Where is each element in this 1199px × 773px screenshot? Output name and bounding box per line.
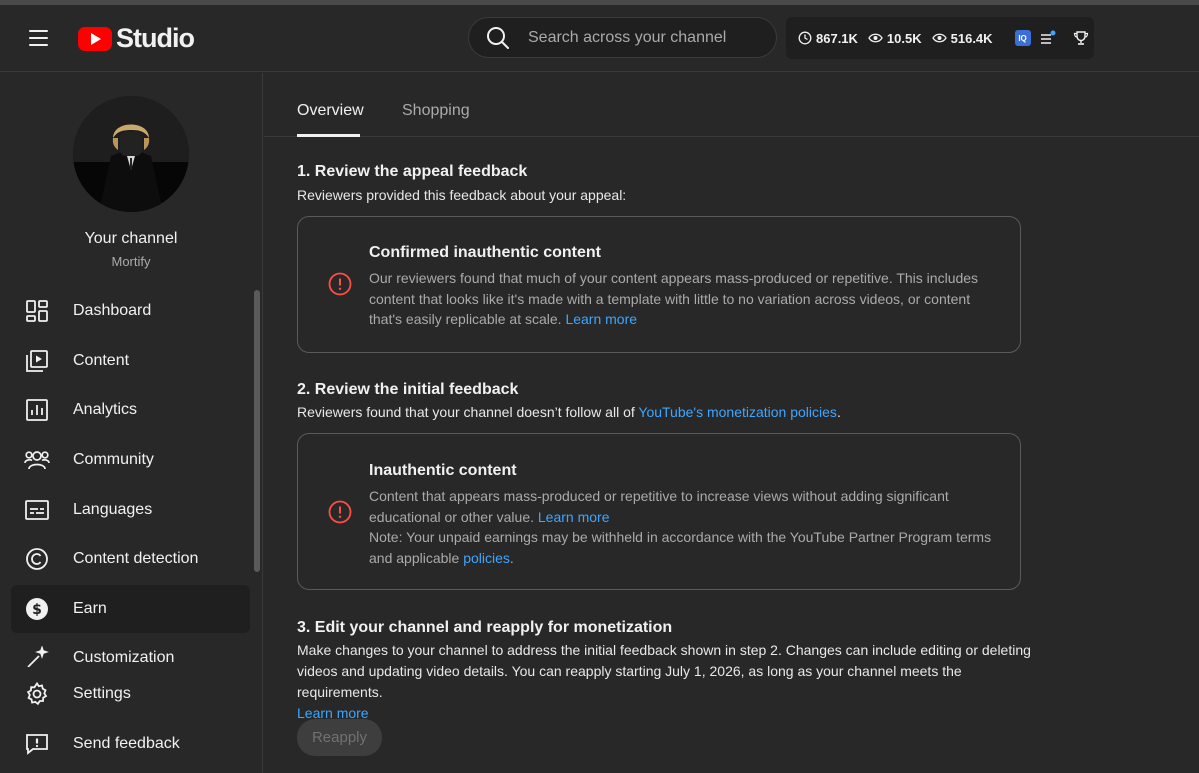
sidebar-item-content-detection[interactable]: Content detection <box>11 535 250 583</box>
reapply-button[interactable]: Reapply <box>297 719 382 756</box>
sidebar: Your channel Mortify Dashboard Content A… <box>0 73 263 773</box>
studio-logo[interactable]: Studio <box>78 23 195 54</box>
sidebar-item-label: Content <box>73 352 130 369</box>
languages-icon <box>23 496 51 524</box>
sidebar-scrollbar[interactable] <box>254 290 260 572</box>
note-period: . <box>509 550 514 567</box>
section-2-intro-text: Reviewers found that your channel doesn’… <box>297 404 635 420</box>
stats-bar: 867.1K 10.5K 516.4K IQ <box>786 17 1094 59</box>
channel-handle: Mortify <box>111 254 151 269</box>
card-title: Confirmed inauthentic content <box>369 244 601 261</box>
initial-feedback-card: Inauthentic content Content that appears… <box>297 433 1021 590</box>
eye-icon <box>868 33 883 43</box>
error-icon <box>328 500 352 524</box>
community-icon <box>23 446 51 474</box>
channel-title: Your channel <box>84 230 178 247</box>
sidebar-item-dashboard[interactable]: Dashboard <box>11 287 250 335</box>
feedback-icon <box>23 730 51 758</box>
eye-icon <box>931 33 947 43</box>
copyright-icon <box>23 545 51 573</box>
sidebar-item-label: Send feedback <box>73 735 180 752</box>
sidebar-item-label: Content detection <box>73 550 199 567</box>
watch-time-stat[interactable]: 867.1K <box>798 31 858 46</box>
main-content: Overview Shopping 1. Review the appeal f… <box>264 73 1199 773</box>
svg-text:$: $ <box>32 602 42 618</box>
sidebar-item-label: Earn <box>73 600 107 617</box>
sidebar-item-settings[interactable]: Settings <box>11 670 250 718</box>
section-3-body: Make changes to your channel to address … <box>297 640 1032 724</box>
sidebar-item-languages[interactable]: Languages <box>11 486 250 534</box>
sidebar-item-earn[interactable]: $ Earn <box>11 585 250 633</box>
sidebar-item-label: Analytics <box>73 401 138 418</box>
card-body-text: Our reviewers found that much of your co… <box>369 270 979 328</box>
app-name: Studio <box>116 23 195 53</box>
analytics-icon <box>23 396 51 424</box>
error-icon <box>328 272 352 296</box>
total-views-value: 516.4K <box>950 30 993 46</box>
views-value: 10.5K <box>886 30 922 46</box>
section-2-title: 2. Review the initial feedback <box>297 381 519 398</box>
sidebar-item-label: Community <box>73 451 154 468</box>
section-3-body-text: Make changes to your channel to address … <box>297 642 1031 700</box>
monetization-policies-link[interactable]: YouTube's monetization policies <box>638 404 837 420</box>
sidebar-item-content[interactable]: Content <box>11 337 250 385</box>
avatar[interactable] <box>73 96 189 212</box>
gear-icon <box>23 680 51 708</box>
search-box[interactable] <box>468 17 777 58</box>
clock-icon <box>798 31 812 45</box>
sidebar-item-send-feedback[interactable]: Send feedback <box>11 720 250 768</box>
policies-link[interactable]: policies <box>463 550 510 566</box>
card-body-text: Content that appears mass-produced or re… <box>369 488 949 525</box>
section-3-title: 3. Edit your channel and reapply for mon… <box>297 619 673 636</box>
search-input[interactable] <box>528 28 758 47</box>
dollar-icon: $ <box>23 595 51 623</box>
hamburger-menu-icon[interactable] <box>20 22 56 54</box>
list-notification-icon[interactable] <box>1039 30 1057 46</box>
watch-time-value: 867.1K <box>816 30 858 46</box>
card-title: Inauthentic content <box>369 462 517 479</box>
iq-badge-icon[interactable]: IQ <box>1014 30 1031 46</box>
tab-shopping[interactable]: Shopping <box>402 102 470 120</box>
sidebar-item-label: Settings <box>73 685 131 702</box>
sidebar-item-label: Customization <box>73 649 175 666</box>
active-tab-indicator <box>297 134 360 137</box>
sidebar-item-label: Languages <box>73 501 153 518</box>
card-body: Our reviewers found that much of your co… <box>369 268 999 330</box>
card-body: Content that appears mass-produced or re… <box>369 486 999 569</box>
sidebar-item-community[interactable]: Community <box>11 436 250 484</box>
content-icon <box>23 347 51 375</box>
section-1-title: 1. Review the appeal feedback <box>297 163 528 180</box>
youtube-play-icon <box>78 26 112 51</box>
search-icon <box>487 26 509 49</box>
appeal-feedback-card: Confirmed inauthentic content Our review… <box>297 216 1021 353</box>
trophy-icon[interactable] <box>1073 30 1089 46</box>
learn-more-link[interactable]: Learn more <box>565 311 637 327</box>
learn-more-link[interactable]: Learn more <box>538 509 610 525</box>
section-1-intro: Reviewers provided this feedback about y… <box>297 187 627 203</box>
dashboard-icon <box>23 297 51 325</box>
app-header: Studio 867.1K 10.5K 516.4K IQ <box>0 5 1199 72</box>
intro-period: . <box>836 404 841 420</box>
sidebar-item-analytics[interactable]: Analytics <box>11 386 250 434</box>
tab-bar: Overview Shopping <box>264 73 1199 137</box>
views-stat[interactable]: 10.5K <box>868 31 922 46</box>
section-2-intro: Reviewers found that your channel doesn’… <box>297 402 1032 423</box>
total-views-stat[interactable]: 516.4K <box>931 30 993 46</box>
sidebar-item-label: Dashboard <box>73 302 152 319</box>
tab-overview[interactable]: Overview <box>297 102 364 120</box>
